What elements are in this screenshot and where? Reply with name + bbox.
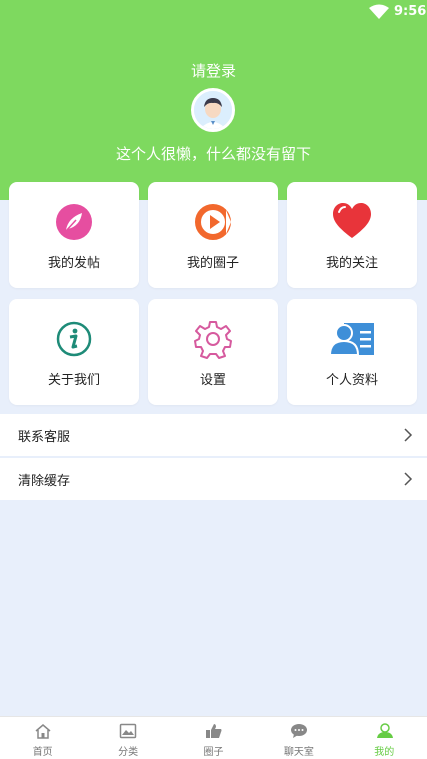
tab-label: 圈子: [203, 747, 224, 758]
contact-support-row[interactable]: 联系客服: [0, 414, 427, 456]
card-label: 我的关注: [325, 256, 378, 271]
login-link[interactable]: 请登录: [0, 60, 427, 81]
chat-icon: [291, 724, 308, 738]
play-circle-icon: [195, 204, 231, 240]
chevron-right-icon: [404, 472, 413, 486]
tab-label: 聊天室: [283, 747, 314, 758]
wifi-icon: [369, 4, 389, 19]
heart-icon: [333, 203, 371, 238]
bottom-tab-bar: 首页 分类 圈子 聊天室 我的: [0, 716, 427, 759]
tab-label: 首页: [32, 747, 53, 758]
category-icon: [120, 723, 137, 739]
profile-card-icon: [328, 323, 374, 356]
card-settings[interactable]: 设置: [148, 299, 278, 405]
card-my-follows[interactable]: 我的关注: [287, 182, 417, 288]
row-label: 清除缓存: [18, 474, 71, 489]
status-bar: 9:56: [0, 0, 427, 24]
clear-cache-row[interactable]: 清除缓存: [0, 458, 427, 500]
tab-mine[interactable]: 我的: [342, 717, 427, 759]
user-icon: [376, 723, 393, 738]
card-label: 关于我们: [47, 373, 100, 388]
card-about-us[interactable]: 关于我们: [9, 299, 139, 405]
avatar-icon[interactable]: [191, 88, 235, 132]
tab-label: 我的: [374, 747, 395, 758]
thumb-icon: [205, 724, 222, 738]
card-label: 我的发帖: [47, 256, 100, 271]
tab-category[interactable]: 分类: [85, 717, 170, 759]
tab-home[interactable]: 首页: [0, 717, 85, 759]
card-label: 个人资料: [325, 373, 378, 388]
card-my-posts[interactable]: 我的发帖: [9, 182, 139, 288]
tab-circles[interactable]: 圈子: [171, 717, 256, 759]
gear-icon: [194, 321, 232, 359]
card-profile[interactable]: 个人资料: [287, 299, 417, 405]
tab-chatroom[interactable]: 聊天室: [256, 717, 341, 759]
feather-icon: [56, 204, 92, 240]
chevron-right-icon: [404, 428, 413, 442]
info-icon: [56, 321, 92, 357]
card-my-circles[interactable]: 我的圈子: [148, 182, 278, 288]
tab-label: 分类: [118, 747, 139, 758]
card-label: 我的圈子: [186, 256, 239, 271]
card-label: 设置: [199, 373, 226, 388]
status-time: 9:56: [394, 4, 427, 19]
profile-motto: 这个人很懒，什么都没有留下: [115, 145, 311, 163]
row-label: 联系客服: [18, 430, 71, 445]
home-icon: [35, 724, 51, 739]
